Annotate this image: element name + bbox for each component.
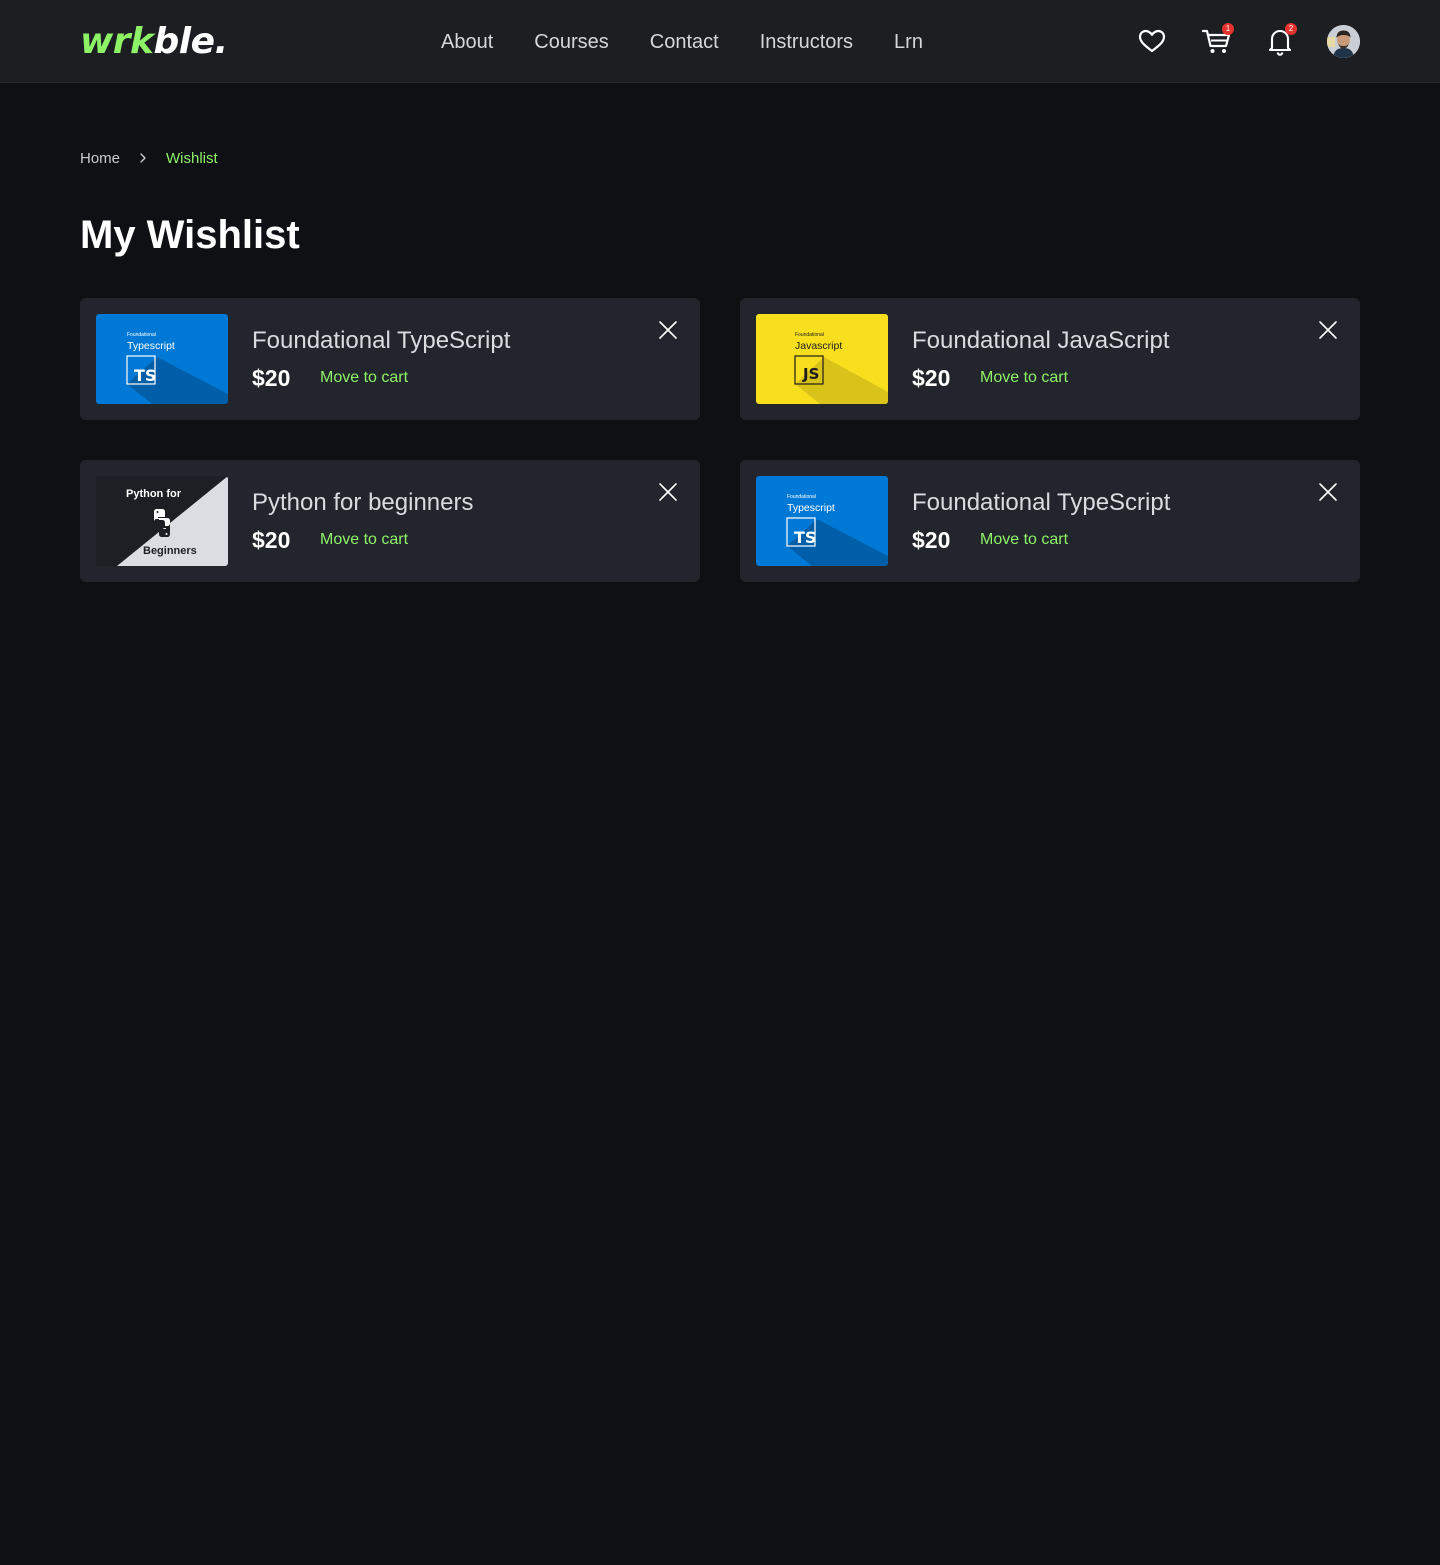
thumb-label: Typescript (127, 340, 175, 352)
heart-icon (1138, 29, 1166, 53)
logo-part-ble: ble. (153, 21, 228, 62)
wishlist-button[interactable] (1135, 24, 1169, 58)
wishlist-card: Python for Beginners Python for beginner… (80, 460, 700, 582)
notifications-button[interactable]: 2 (1263, 23, 1297, 58)
close-icon (1319, 321, 1337, 339)
chevron-right-icon (134, 149, 152, 167)
cart-count-badge: 1 (1222, 23, 1234, 35)
thumb-small-text: Foundational (787, 494, 816, 500)
notification-count-badge: 2 (1285, 23, 1297, 35)
remove-from-wishlist-button[interactable] (656, 480, 680, 504)
course-thumbnail[interactable]: Foundational Typescript TS (96, 314, 228, 404)
course-thumbnail[interactable]: Python for Beginners (96, 476, 228, 566)
course-title[interactable]: Foundational TypeScript (252, 326, 510, 356)
close-icon (1319, 483, 1337, 501)
nav-contact[interactable]: Contact (650, 28, 719, 56)
wishlist-card: Foundational Typescript TS Foundational … (740, 460, 1360, 582)
course-title[interactable]: Python for beginners (252, 488, 473, 518)
logo[interactable]: wrkble. (80, 20, 228, 64)
move-to-cart-button[interactable]: Move to cart (980, 368, 1068, 388)
thumb-small-text: Foundational (795, 332, 824, 338)
top-navbar: wrkble. About Courses Contact Instructor… (0, 0, 1440, 83)
remove-from-wishlist-button[interactable] (656, 318, 680, 342)
thumb-badge: JS (802, 365, 819, 383)
course-title[interactable]: Foundational TypeScript (912, 488, 1170, 518)
avatar[interactable] (1327, 25, 1360, 58)
thumb-badge: TS (134, 366, 156, 385)
course-price: $20 (912, 365, 951, 391)
cart-button[interactable]: 1 (1200, 23, 1234, 58)
thumb-small-text: Foundational (127, 332, 156, 338)
course-thumbnail[interactable]: Foundational Typescript TS (756, 476, 888, 566)
breadcrumb-home[interactable]: Home (80, 150, 120, 167)
remove-from-wishlist-button[interactable] (1316, 480, 1340, 504)
move-to-cart-button[interactable]: Move to cart (320, 368, 408, 388)
nav-courses[interactable]: Courses (534, 28, 608, 56)
thumb-badge: TS (794, 528, 816, 547)
course-price: $20 (252, 365, 291, 391)
wishlist-card: Foundational Typescript TS Foundational … (80, 298, 700, 420)
course-price: $20 (252, 527, 291, 553)
thumb-bottom-text: Beginners (143, 545, 197, 557)
main-nav: About Courses Contact Instructors Lrn (441, 28, 923, 56)
thumb-label: Typescript (787, 502, 835, 514)
move-to-cart-button[interactable]: Move to cart (320, 530, 408, 550)
page-title: My Wishlist (80, 213, 300, 257)
breadcrumb: Home Wishlist (80, 148, 218, 168)
close-icon (659, 321, 677, 339)
move-to-cart-button[interactable]: Move to cart (980, 530, 1068, 550)
nav-lrn[interactable]: Lrn (894, 28, 923, 56)
thumb-label: Javascript (795, 340, 842, 352)
thumb-top-text: Python for (126, 488, 182, 500)
close-icon (659, 483, 677, 501)
wishlist-card: Foundational Javascript JS Foundational … (740, 298, 1360, 420)
course-price: $20 (912, 527, 951, 553)
course-title[interactable]: Foundational JavaScript (912, 326, 1169, 356)
remove-from-wishlist-button[interactable] (1316, 318, 1340, 342)
course-thumbnail[interactable]: Foundational Javascript JS (756, 314, 888, 404)
breadcrumb-current: Wishlist (166, 149, 218, 167)
nav-about[interactable]: About (441, 28, 493, 56)
logo-part-wrk: wrk (80, 21, 154, 62)
user-avatar-image (1327, 25, 1360, 58)
nav-instructors[interactable]: Instructors (760, 28, 853, 56)
